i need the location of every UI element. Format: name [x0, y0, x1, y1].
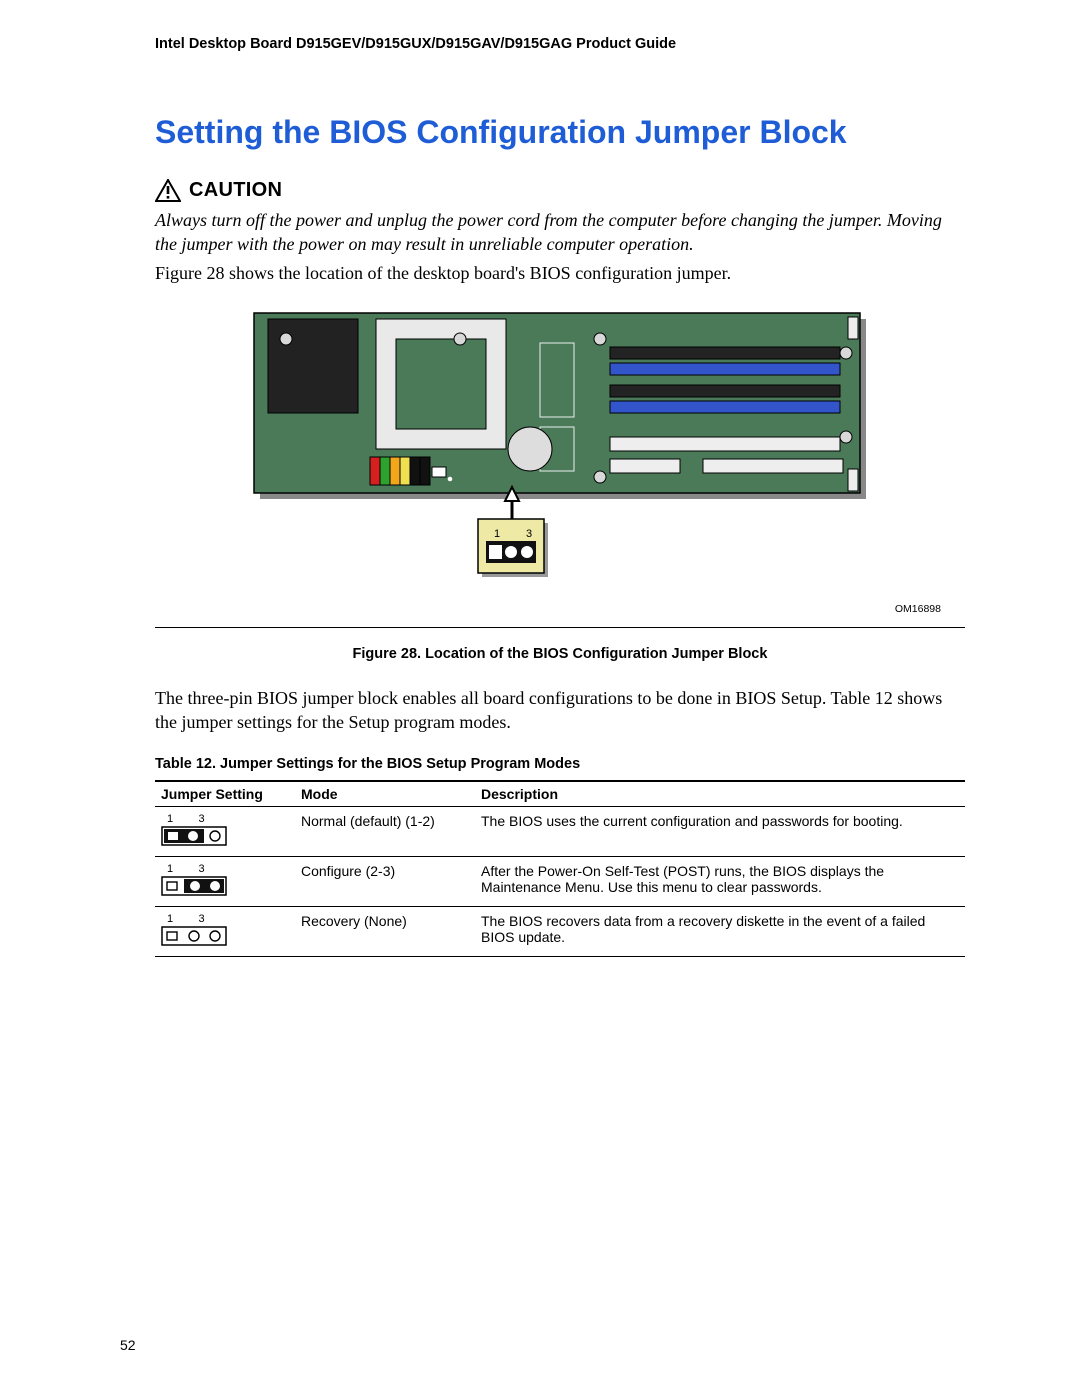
table-row: 1 3 Configure (2-3) After the Power-On S… — [155, 857, 965, 907]
caution-heading: CAUTION — [155, 179, 965, 202]
callout-pin-1: 1 — [494, 528, 500, 540]
jumper-settings-table: Jumper Setting Mode Description 1 3 — [155, 780, 965, 957]
pin-labels: 1 3 — [161, 813, 289, 825]
intro-text: Figure 28 shows the location of the desk… — [155, 261, 965, 285]
table-row: 1 3 Recovery (None) The BIOS recovers da… — [155, 907, 965, 957]
jumper-icon — [161, 876, 227, 896]
caution-label: CAUTION — [189, 179, 282, 202]
doc-header: Intel Desktop Board D915GEV/D915GUX/D915… — [155, 36, 965, 52]
motherboard-diagram: 1 3 — [250, 309, 870, 599]
callout-pin-3: 3 — [526, 528, 532, 540]
figure-caption: Figure 28. Location of the BIOS Configur… — [155, 646, 965, 662]
warning-icon — [155, 179, 181, 202]
cell-mode: Normal (default) (1-2) — [295, 807, 475, 857]
page-number: 52 — [120, 1337, 136, 1353]
figure-28: 1 3 OM16898 — [155, 309, 965, 628]
cell-desc: The BIOS uses the current configuration … — [475, 807, 965, 857]
pin-labels: 1 3 — [161, 913, 289, 925]
cell-desc: After the Power-On Self-Test (POST) runs… — [475, 857, 965, 907]
page-title: Setting the BIOS Configuration Jumper Bl… — [155, 114, 965, 151]
figure-om-label: OM16898 — [155, 603, 965, 615]
jumper-icon — [161, 826, 227, 846]
pin-labels: 1 3 — [161, 863, 289, 875]
table-caption: Table 12. Jumper Settings for the BIOS S… — [155, 756, 965, 772]
jumper-icon — [161, 926, 227, 946]
th-desc: Description — [475, 781, 965, 807]
caution-text: Always turn off the power and unplug the… — [155, 208, 965, 257]
cell-mode: Configure (2-3) — [295, 857, 475, 907]
th-mode: Mode — [295, 781, 475, 807]
after-figure-text: The three-pin BIOS jumper block enables … — [155, 686, 965, 735]
cell-mode: Recovery (None) — [295, 907, 475, 957]
table-row: 1 3 Normal (default) (1-2) The BIOS uses… — [155, 807, 965, 857]
th-jumper: Jumper Setting — [155, 781, 295, 807]
cell-desc: The BIOS recovers data from a recovery d… — [475, 907, 965, 957]
